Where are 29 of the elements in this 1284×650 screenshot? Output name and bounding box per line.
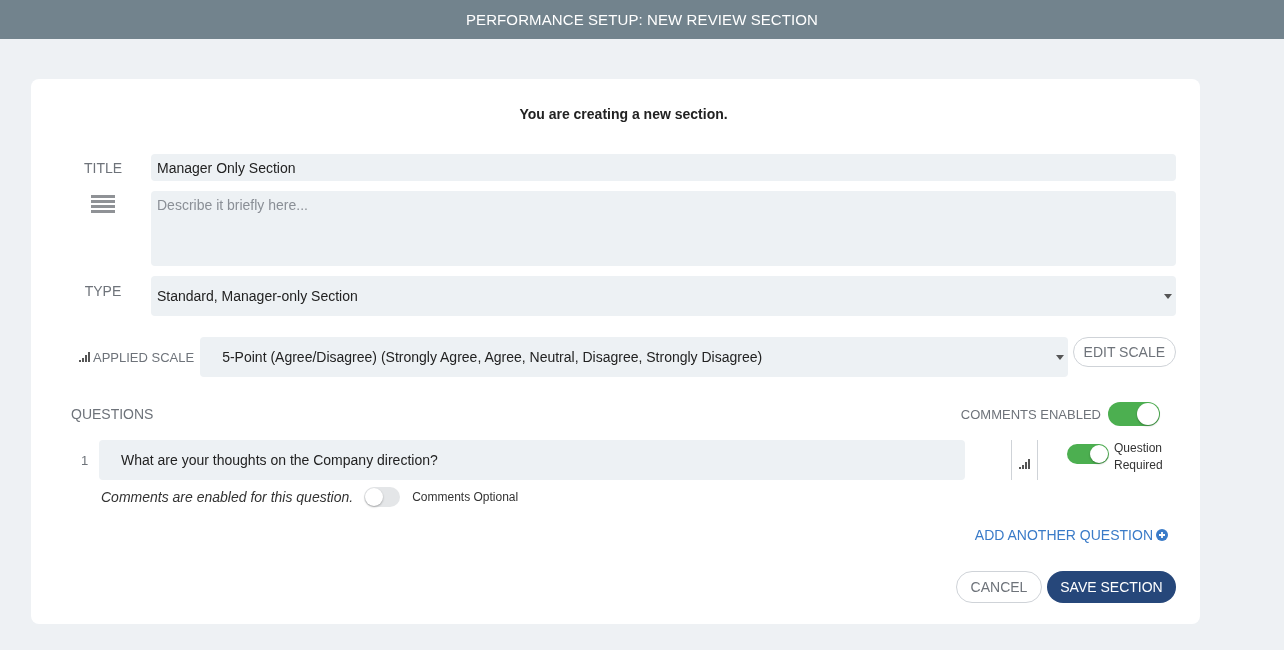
question-input[interactable]: What are your thoughts on the Company direction? — [99, 440, 965, 480]
type-select[interactable]: Standard, Manager-only Section — [151, 276, 1176, 316]
question-required-label: Question Required — [1114, 440, 1164, 474]
applied-scale-label: APPLIED SCALE — [93, 349, 195, 365]
scale-select[interactable]: 5-Point (Agree/Disagree) (Strongly Agree, Agree, Neutral, Disagree, Strongly Disagree) — [200, 337, 1068, 377]
text-lines-icon — [91, 195, 115, 213]
page-title: PERFORMANCE SETUP: NEW REVIEW SECTION — [465, 11, 819, 28]
toggle-switch[interactable] — [1067, 444, 1109, 464]
edit-scale-button[interactable]: EDIT SCALE — [1072, 337, 1176, 367]
description-field[interactable]: Describe it briefly here... — [151, 191, 1176, 266]
plus-circle-icon — [1156, 529, 1168, 541]
comments-enabled-label: COMMENTS ENABLED — [960, 406, 1101, 422]
save-button[interactable]: SAVE SECTION — [1047, 571, 1176, 603]
comments-note: Comments are enabled for this question. — [101, 489, 354, 505]
type-label: TYPE — [83, 282, 123, 301]
caret-icon — [1164, 293, 1172, 299]
comments-optional-label: Comments Optional — [412, 490, 519, 504]
title-input[interactable]: Manager Only Section — [151, 154, 1176, 181]
signal-bars-icon — [79, 352, 90, 362]
toggle-switch[interactable] — [364, 487, 401, 507]
cancel-button[interactable]: CANCEL — [956, 571, 1042, 603]
questions-label: QUESTIONS — [71, 406, 154, 422]
caret-icon — [1055, 354, 1064, 360]
toggle-switch[interactable] — [1108, 402, 1160, 426]
title-label: TITLE — [82, 159, 124, 176]
intro-text: You are creating a new section. — [518, 105, 729, 124]
signal-bars-icon — [1019, 459, 1030, 469]
add-question-link[interactable]: ADD ANOTHER QUESTION — [974, 527, 1168, 543]
question-number: 1 — [80, 452, 90, 468]
